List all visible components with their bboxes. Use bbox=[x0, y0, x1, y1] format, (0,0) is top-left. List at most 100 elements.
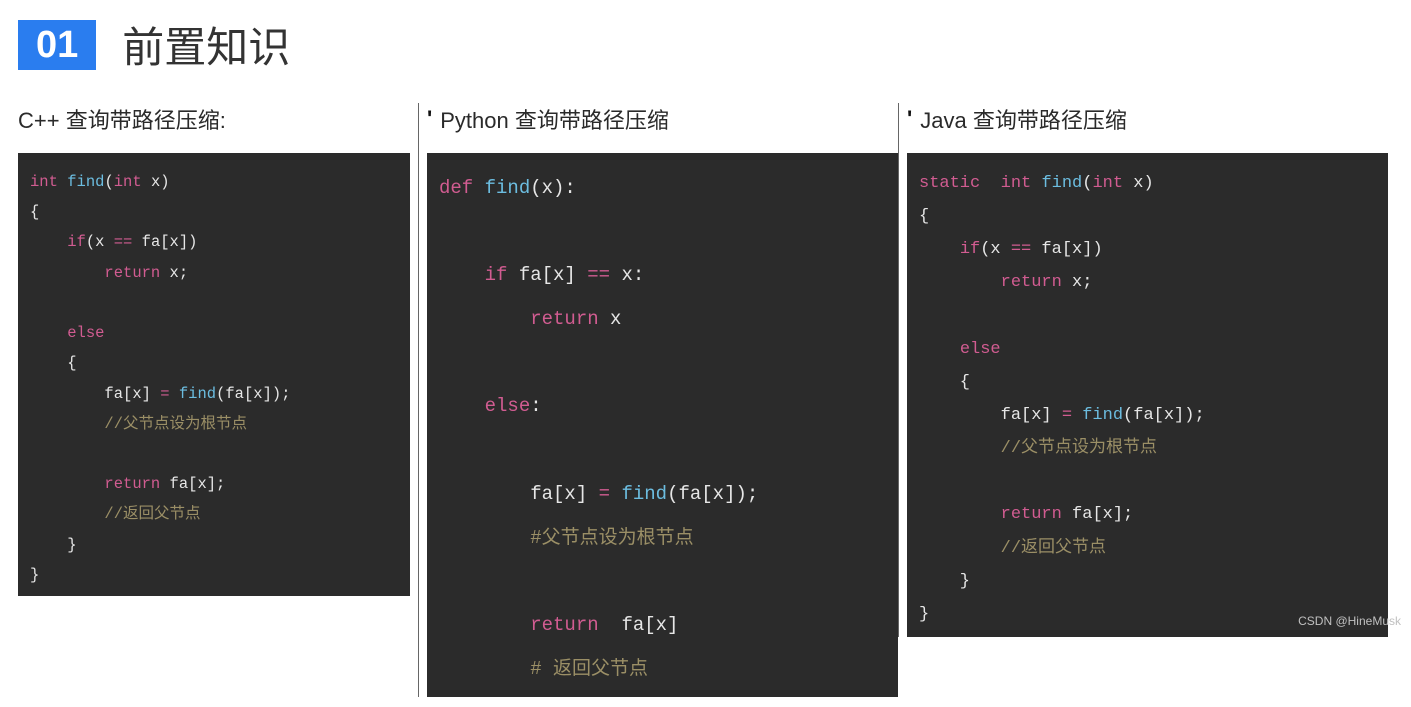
code-token: x: bbox=[610, 264, 644, 286]
code-line bbox=[919, 300, 1376, 333]
code-token bbox=[30, 415, 104, 433]
code-token: (fa[x]); bbox=[1123, 406, 1205, 425]
code-token: fa[x]; bbox=[1062, 505, 1133, 524]
code-token: fa[x] bbox=[507, 264, 587, 286]
code-line: //父节点设为根节点 bbox=[30, 409, 398, 439]
code-token: { bbox=[919, 207, 929, 226]
code-line: #父节点设为根节点 bbox=[439, 517, 886, 561]
code-token: find bbox=[1082, 406, 1123, 425]
code-token: int bbox=[1092, 174, 1123, 193]
code-token: (x): bbox=[530, 177, 576, 199]
code-token: x; bbox=[1062, 273, 1093, 292]
code-line: fa[x] = find(fa[x]); bbox=[919, 399, 1376, 432]
code-token bbox=[980, 174, 1000, 193]
code-token: { bbox=[30, 354, 77, 372]
code-token: x bbox=[599, 308, 622, 330]
code-token: fa[x] bbox=[439, 483, 599, 505]
code-line: //父节点设为根节点 bbox=[919, 432, 1376, 465]
column-heading-java: ' Java 查询带路径压缩 bbox=[907, 103, 1388, 135]
code-token: int bbox=[114, 173, 142, 191]
code-line bbox=[30, 288, 398, 318]
code-line: # 返回父节点 bbox=[439, 648, 886, 692]
code-token: if bbox=[960, 240, 980, 259]
code-line: else: bbox=[439, 385, 886, 429]
code-line bbox=[439, 429, 886, 473]
code-line: } bbox=[30, 530, 398, 560]
code-token bbox=[919, 273, 1001, 292]
code-token: find bbox=[179, 385, 216, 403]
code-token: } bbox=[919, 572, 970, 591]
code-token: return bbox=[530, 308, 598, 330]
heading-text-java: Java 查询带路径压缩 bbox=[920, 103, 1127, 135]
code-token: find bbox=[621, 483, 667, 505]
code-line: return x; bbox=[30, 258, 398, 288]
code-token: find bbox=[1041, 174, 1082, 193]
code-token: static bbox=[919, 174, 980, 193]
code-block-cpp: int find(int x){ if(x == fa[x]) return x… bbox=[18, 153, 410, 596]
code-token bbox=[439, 527, 530, 549]
code-token: == bbox=[1011, 240, 1031, 259]
code-token: x; bbox=[160, 264, 188, 282]
code-token: else bbox=[485, 395, 531, 417]
code-line: { bbox=[919, 366, 1376, 399]
code-token bbox=[439, 264, 485, 286]
code-line: return x bbox=[439, 298, 886, 342]
code-token: if bbox=[485, 264, 508, 286]
column-python: ' Python 查询带路径压缩 def find(x): if fa[x] =… bbox=[418, 103, 898, 697]
code-token bbox=[30, 294, 39, 312]
code-line: } bbox=[919, 565, 1376, 598]
watermark: CSDN @HineMusk bbox=[1298, 614, 1401, 628]
code-token bbox=[439, 614, 530, 636]
code-token bbox=[30, 505, 104, 523]
code-token: = bbox=[160, 385, 169, 403]
code-token bbox=[439, 352, 450, 374]
code-token: ( bbox=[1082, 174, 1092, 193]
code-line: { bbox=[919, 200, 1376, 233]
code-token bbox=[439, 439, 450, 461]
code-token: x) bbox=[142, 173, 170, 191]
code-token: : bbox=[530, 395, 541, 417]
code-token: int bbox=[1001, 174, 1032, 193]
code-token: == bbox=[114, 233, 133, 251]
code-line: if fa[x] == x: bbox=[439, 254, 886, 298]
code-token: } bbox=[30, 536, 77, 554]
heading-text-python: Python 查询带路径压缩 bbox=[440, 103, 669, 135]
code-token: } bbox=[30, 566, 39, 584]
code-line: } bbox=[30, 560, 398, 590]
code-token: (x bbox=[980, 240, 1011, 259]
section-number-badge: 01 bbox=[18, 20, 96, 70]
column-cpp: C++ 查询带路径压缩: int find(int x){ if(x == fa… bbox=[18, 103, 418, 596]
code-token: (fa[x]); bbox=[216, 385, 290, 403]
code-token: find bbox=[485, 177, 531, 199]
code-line: def find(x): bbox=[439, 167, 886, 211]
code-line: //返回父节点 bbox=[30, 499, 398, 529]
code-line: return fa[x]; bbox=[30, 469, 398, 499]
code-token: //父节点设为根节点 bbox=[104, 415, 247, 433]
code-token bbox=[30, 445, 39, 463]
code-token: fa[x] bbox=[599, 614, 679, 636]
code-token bbox=[439, 658, 530, 680]
heading-text-cpp: C++ 查询带路径压缩: bbox=[18, 103, 226, 135]
code-token: //父节点设为根节点 bbox=[1001, 439, 1157, 458]
code-token: fa[x]; bbox=[160, 475, 225, 493]
code-line bbox=[439, 211, 886, 255]
code-token bbox=[30, 324, 67, 342]
code-line: else bbox=[30, 318, 398, 348]
code-token: def bbox=[439, 177, 485, 199]
code-line: { bbox=[30, 348, 398, 378]
code-token: == bbox=[587, 264, 610, 286]
code-token bbox=[30, 264, 104, 282]
code-token: //返回父节点 bbox=[104, 505, 200, 523]
code-token: (x bbox=[86, 233, 114, 251]
code-token bbox=[919, 505, 1001, 524]
code-token bbox=[919, 439, 1001, 458]
code-token bbox=[30, 475, 104, 493]
code-columns: C++ 查询带路径压缩: int find(int x){ if(x == fa… bbox=[18, 103, 1393, 697]
code-line: //返回父节点 bbox=[919, 532, 1376, 565]
code-token: # 返回父节点 bbox=[530, 658, 648, 680]
section-header: 01 前置知识 bbox=[18, 14, 1393, 75]
column-heading-python: ' Python 查询带路径压缩 bbox=[427, 103, 898, 135]
code-token: else bbox=[67, 324, 104, 342]
code-line bbox=[30, 439, 398, 469]
code-token: return bbox=[1001, 505, 1062, 524]
